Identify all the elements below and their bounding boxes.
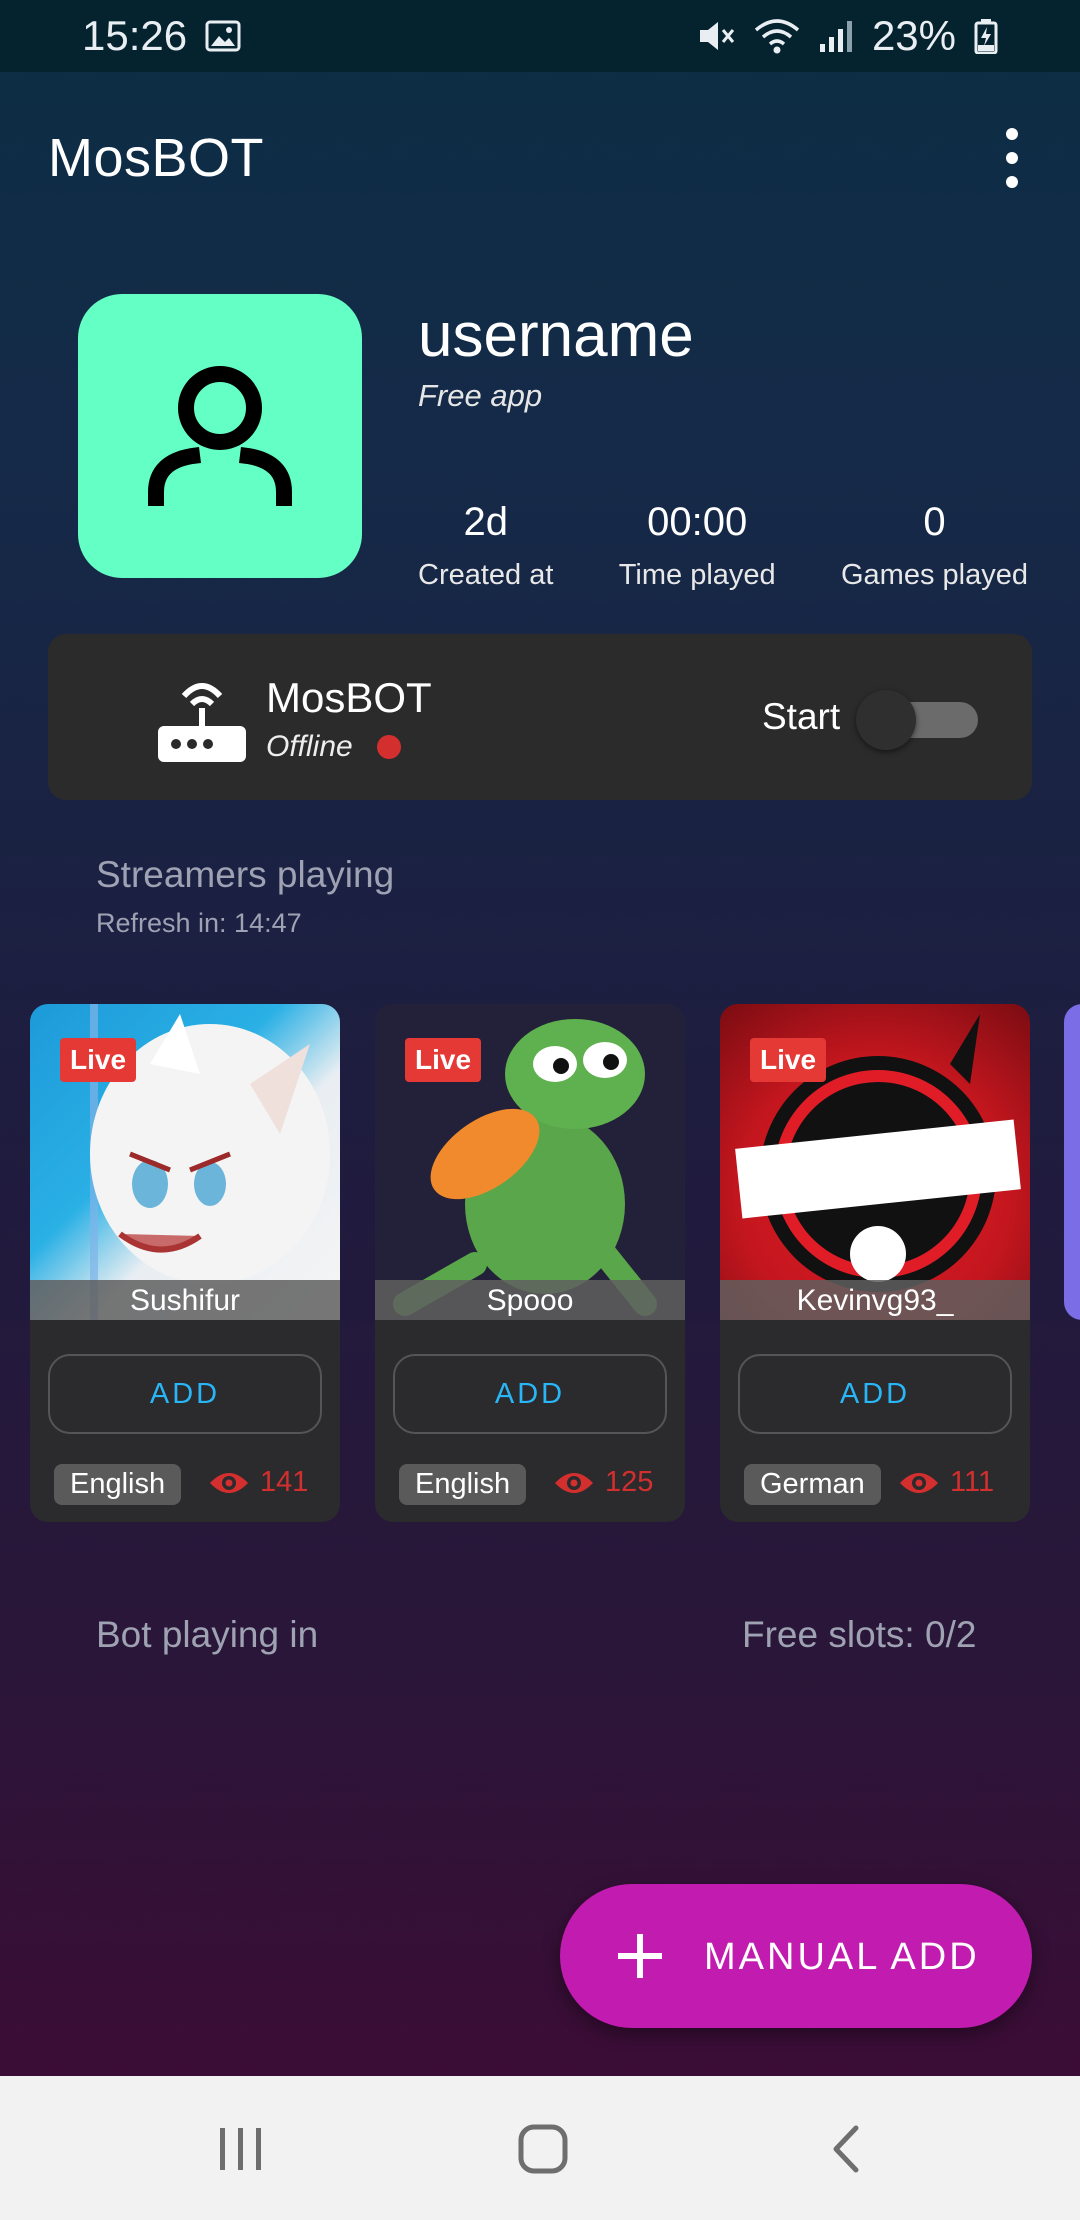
streamer-name: Sushifur — [30, 1280, 340, 1320]
avatar[interactable] — [78, 294, 362, 578]
manual-add-button[interactable]: MANUAL ADD — [560, 1884, 1032, 2028]
viewer-count: 141 — [208, 1466, 308, 1499]
back-icon[interactable] — [820, 2122, 874, 2176]
refresh-timer: Refresh in: 14:47 — [96, 908, 302, 938]
streamer-thumbnail[interactable]: Live Spooo — [375, 1004, 685, 1320]
stat-value: 00:00 — [647, 500, 748, 544]
username: username — [418, 301, 694, 370]
streamer-card[interactable]: Live Sushifur ADD English 141 — [30, 1004, 340, 1522]
status-bar: 15:26 23% — [0, 0, 1080, 72]
playing-section-title: Bot playing in — [96, 1614, 319, 1655]
viewer-count-value: 141 — [260, 1466, 309, 1498]
streamer-card-partial[interactable] — [1064, 1004, 1080, 1320]
stat-label: Created at — [418, 559, 554, 591]
recent-apps-icon[interactable] — [214, 2122, 268, 2176]
eye-icon — [210, 1472, 248, 1493]
status-bar-left: 15:26 — [82, 12, 241, 60]
free-slots: Free slots: 0/2 — [742, 1614, 977, 1655]
language-badge: English — [54, 1464, 182, 1505]
plus-icon — [618, 1934, 662, 1978]
stat-label: Games played — [841, 559, 1028, 591]
stat-value: 2d — [463, 500, 508, 544]
wifi-icon — [754, 18, 800, 54]
battery-percent: 23% — [871, 12, 956, 59]
manual-add-label: MANUAL ADD — [704, 1936, 980, 1978]
bot-status-text: Offline — [266, 730, 353, 763]
signal-icon — [818, 18, 854, 54]
streamer-thumbnail[interactable]: Live Sushifur — [30, 1004, 340, 1320]
start-label: Start — [762, 696, 841, 737]
eye-icon — [555, 1472, 593, 1493]
viewer-count: 111 — [898, 1466, 994, 1499]
streamers-section-title: Streamers playing — [96, 854, 395, 895]
stat-games-played: 0 Games played — [841, 500, 1028, 592]
live-badge: Live — [60, 1038, 137, 1082]
status-bar-right: 23% — [696, 12, 998, 60]
eye-icon — [900, 1472, 938, 1493]
home-icon[interactable] — [516, 2122, 570, 2176]
start-toggle[interactable] — [856, 690, 1000, 750]
app-bar: MosBOT — [0, 110, 1080, 206]
navigation-bar — [0, 2076, 1080, 2220]
language-badge: English — [399, 1464, 527, 1505]
app-title: MosBOT — [48, 128, 265, 188]
stat-time-played: 00:00 Time played — [619, 500, 776, 592]
live-badge: Live — [750, 1038, 827, 1082]
battery-charging-icon — [974, 18, 998, 54]
more-vert-icon[interactable] — [992, 128, 1032, 188]
streamer-card[interactable]: Live Kevinvg93_ ADD German 111 — [720, 1004, 1030, 1522]
status-dot — [376, 735, 401, 759]
plan-label: Free app — [418, 378, 543, 413]
bot-status-card: MosBOT Offline Start — [48, 634, 1032, 800]
toggle-thumb — [856, 690, 916, 750]
streamer-card[interactable]: Live Spooo ADD English 125 — [375, 1004, 685, 1522]
bot-status: Offline — [266, 730, 401, 764]
viewer-count: 125 — [553, 1466, 653, 1499]
streamer-name: Spooo — [375, 1280, 685, 1320]
add-streamer-button[interactable]: ADD — [738, 1354, 1012, 1434]
add-streamer-button[interactable]: ADD — [393, 1354, 667, 1434]
bot-name: MosBOT — [266, 674, 432, 721]
viewer-count-value: 125 — [605, 1466, 654, 1498]
image-icon — [205, 20, 241, 52]
mute-icon — [696, 18, 736, 54]
stat-label: Time played — [618, 559, 776, 591]
stat-created-at: 2d Created at — [418, 500, 553, 592]
profile-stats: 2d Created at 00:00 Time played 0 Games … — [418, 500, 1028, 592]
person-icon — [148, 366, 292, 506]
streamer-thumbnail[interactable]: Live Kevinvg93_ — [720, 1004, 1030, 1320]
stat-value: 0 — [923, 500, 946, 544]
language-badge: German — [744, 1464, 881, 1505]
status-time: 15:26 — [82, 12, 188, 59]
add-streamer-button[interactable]: ADD — [48, 1354, 322, 1434]
router-icon — [158, 683, 246, 762]
streamer-name: Kevinvg93_ — [720, 1280, 1030, 1320]
viewer-count-value: 111 — [950, 1466, 995, 1498]
live-badge: Live — [405, 1038, 482, 1082]
